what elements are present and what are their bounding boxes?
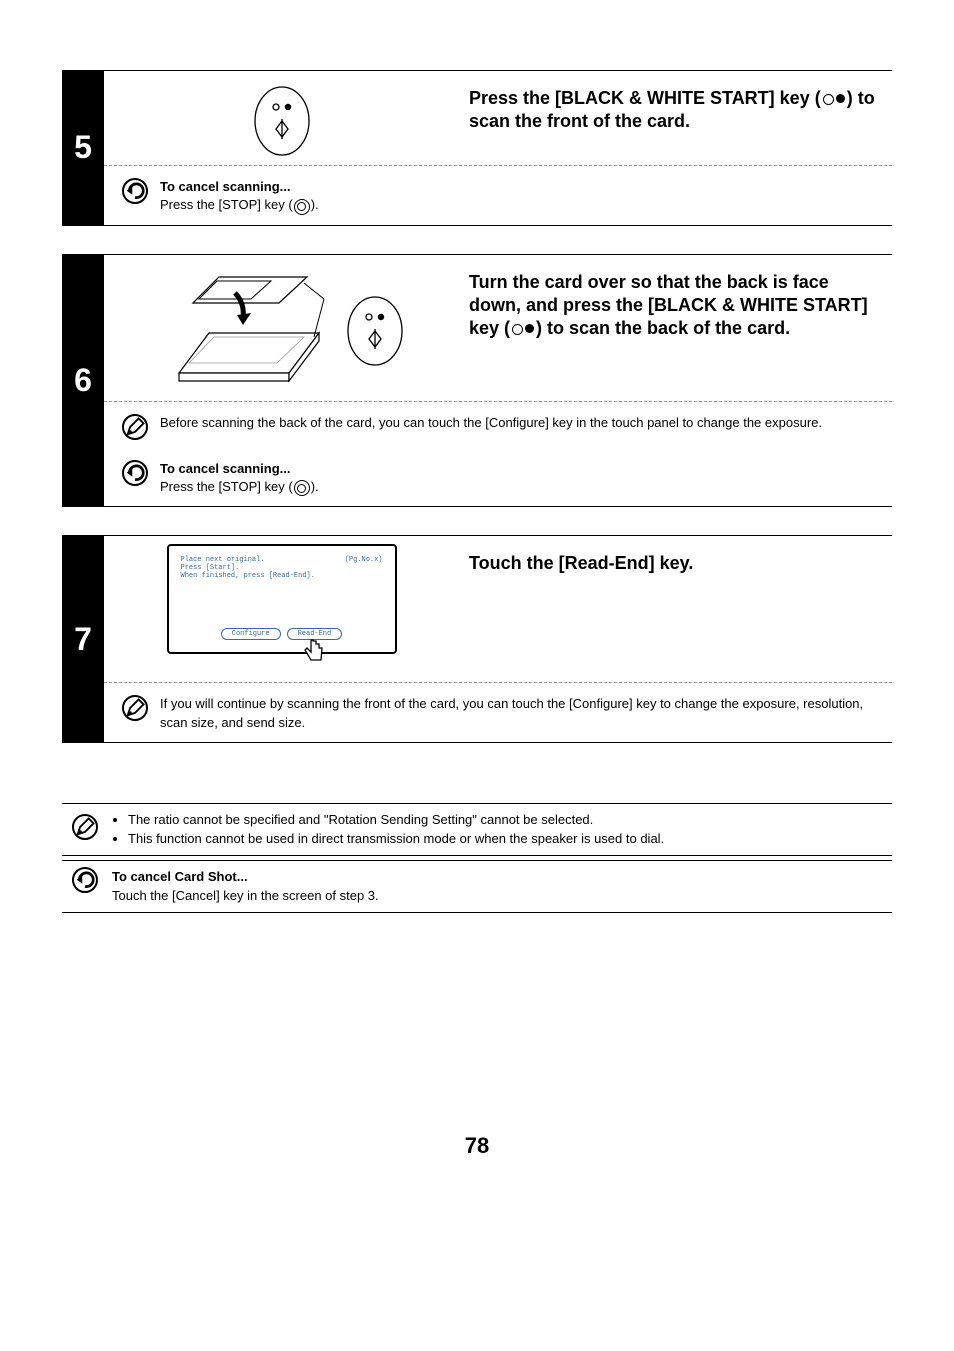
pencil-icon: [72, 814, 98, 840]
bw-start-icon: [512, 324, 534, 335]
footer-cancel: To cancel Card Shot... Touch the [Cancel…: [62, 860, 892, 913]
footer-info: The ratio cannot be specified and "Rotat…: [62, 803, 892, 856]
cancel-note: To cancel scanning... Press the [STOP] k…: [104, 174, 892, 225]
step-number: 5: [62, 71, 104, 225]
info-bullet-2: This function cannot be used in direct t…: [128, 829, 664, 849]
pencil-icon: [122, 695, 148, 721]
page-content: 5 Press the [BLACK & WHITE START] key ()…: [62, 0, 892, 1189]
info-bullet-1: The ratio cannot be specified and "Rotat…: [128, 810, 664, 830]
step-7-title: Touch the [Read-End] key.: [469, 544, 693, 575]
cancel-heading: To cancel Card Shot...: [112, 867, 379, 887]
step-5-title: Press the [BLACK & WHITE START] key () t…: [469, 79, 882, 134]
separator: [104, 165, 892, 166]
start-key-illustration: [114, 79, 449, 157]
step-6-title: Turn the card over so that the back is f…: [469, 263, 882, 341]
separator: [104, 401, 892, 402]
page-number: 78: [62, 1133, 892, 1159]
undo-icon: [122, 460, 148, 486]
cancel-heading: To cancel scanning...: [160, 178, 319, 196]
step-number: 7: [62, 536, 104, 741]
cancel-text: Touch the [Cancel] key in the screen of …: [112, 886, 379, 906]
step-7: 7 Place next original. (Pg.No.x) Press […: [62, 535, 892, 742]
touch-panel-illustration: Place next original. (Pg.No.x) Press [St…: [114, 544, 449, 654]
step-6: 6: [62, 254, 892, 508]
step-5: 5 Press the [BLACK & WHITE START] key ()…: [62, 70, 892, 226]
bw-start-icon: [823, 94, 845, 105]
cancel-note: To cancel scanning... Press the [STOP] k…: [104, 450, 892, 507]
separator: [104, 682, 892, 683]
pencil-icon: [122, 414, 148, 440]
undo-icon: [122, 178, 148, 204]
scanner-illustration: [114, 263, 449, 393]
hand-cursor-icon: [301, 636, 327, 666]
step-number: 6: [62, 255, 104, 507]
cancel-text: Press the [STOP] key ().: [160, 478, 319, 497]
cancel-text: Press the [STOP] key ().: [160, 196, 319, 215]
info-note: Before scanning the back of the card, yo…: [104, 410, 892, 450]
stop-icon: [294, 480, 310, 496]
note-text: If you will continue by scanning the fro…: [160, 695, 882, 731]
note-text: Before scanning the back of the card, yo…: [160, 414, 822, 432]
cancel-heading: To cancel scanning...: [160, 460, 319, 478]
configure-button[interactable]: Configure: [221, 628, 281, 640]
info-note: If you will continue by scanning the fro…: [104, 691, 892, 741]
undo-icon: [72, 867, 98, 893]
stop-icon: [294, 199, 310, 215]
